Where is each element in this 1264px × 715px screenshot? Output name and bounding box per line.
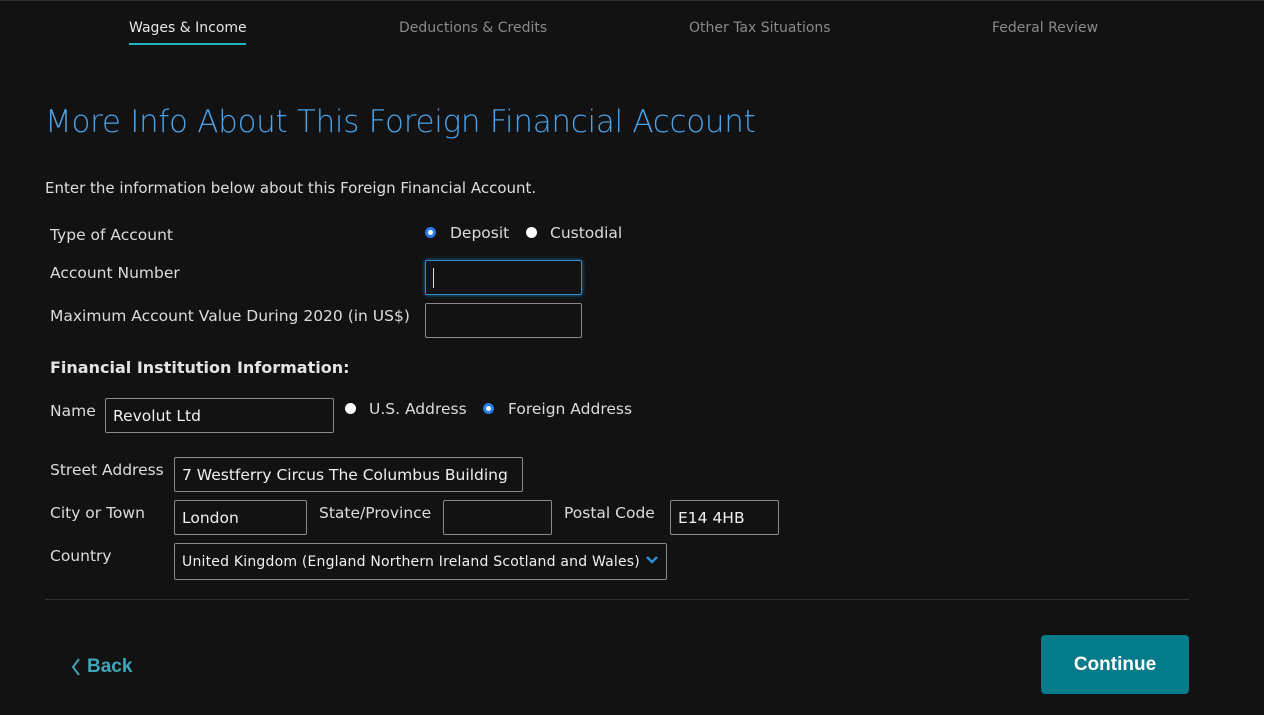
account-number-label: Account Number: [50, 264, 180, 282]
tab-federal-review[interactable]: Federal Review: [992, 20, 1098, 36]
us-address-radio[interactable]: [345, 403, 356, 414]
country-select-value: United Kingdom (England Northern Ireland…: [182, 553, 640, 570]
institution-name-value: Revolut Ltd: [113, 406, 201, 425]
tab-wages-income[interactable]: Wages & Income: [129, 20, 247, 36]
deposit-radio[interactable]: [425, 227, 436, 238]
foreign-address-radio[interactable]: [483, 403, 494, 414]
city-input[interactable]: London: [174, 500, 307, 535]
institution-section-title: Financial Institution Information:: [50, 358, 350, 377]
tab-other-tax-situations[interactable]: Other Tax Situations: [689, 20, 831, 36]
deposit-radio-label[interactable]: Deposit: [450, 224, 509, 242]
city-label: City or Town: [50, 504, 145, 522]
street-address-input[interactable]: 7 Westferry Circus The Columbus Building: [174, 457, 523, 492]
max-value-label: Maximum Account Value During 2020 (in US…: [50, 307, 410, 325]
page-title: More Info About This Foreign Financial A…: [45, 104, 756, 140]
city-value: London: [182, 508, 239, 527]
institution-name-input[interactable]: Revolut Ltd: [105, 398, 334, 433]
street-address-label: Street Address: [50, 461, 164, 479]
custodial-radio-label[interactable]: Custodial: [550, 224, 622, 242]
tab-deductions-credits[interactable]: Deductions & Credits: [399, 20, 547, 36]
max-value-input[interactable]: [425, 303, 582, 338]
state-province-input[interactable]: [443, 500, 552, 535]
back-button[interactable]: Back: [71, 656, 132, 678]
country-select[interactable]: United Kingdom (England Northern Ireland…: [174, 543, 667, 580]
back-button-label: Back: [87, 656, 133, 677]
chevron-down-icon: [646, 556, 658, 564]
street-address-value: 7 Westferry Circus The Columbus Building: [182, 465, 508, 484]
state-province-label: State/Province: [319, 504, 432, 522]
foreign-address-radio-label[interactable]: Foreign Address: [508, 400, 632, 418]
account-type-label: Type of Account: [50, 226, 173, 244]
name-label: Name: [50, 402, 96, 420]
active-tab-indicator: [129, 43, 246, 45]
chevron-left-icon: [71, 658, 80, 676]
postal-code-input[interactable]: E14 4HB: [670, 500, 779, 535]
intro-text: Enter the information below about this F…: [45, 179, 537, 197]
account-number-input[interactable]: [425, 260, 582, 295]
continue-button[interactable]: Continue: [1041, 635, 1189, 694]
country-label: Country: [50, 547, 112, 565]
postal-code-label: Postal Code: [564, 504, 655, 522]
custodial-radio[interactable]: [526, 227, 537, 238]
postal-code-value: E14 4HB: [678, 508, 745, 527]
footer-divider: [45, 599, 1189, 600]
us-address-radio-label[interactable]: U.S. Address: [369, 400, 467, 418]
text-cursor: [433, 267, 434, 288]
